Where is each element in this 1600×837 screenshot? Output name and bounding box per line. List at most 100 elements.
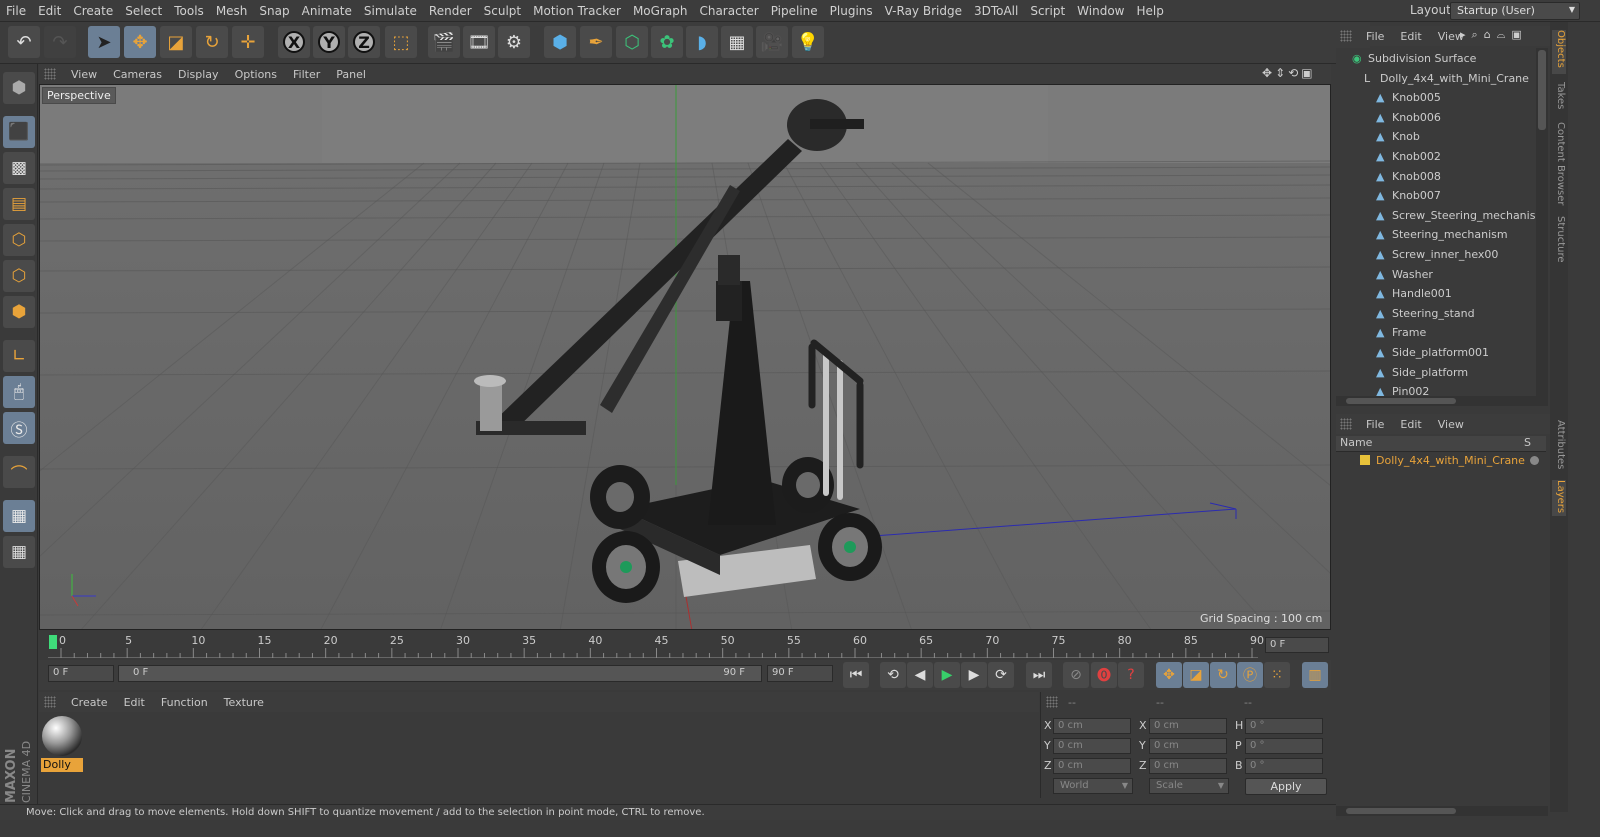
redo-button[interactable]: ↷ [44, 26, 76, 58]
size-field[interactable]: 0 cm [1149, 738, 1227, 754]
apply-button[interactable]: Apply [1245, 778, 1327, 795]
object-row[interactable]: ▲ Knob007 [1336, 187, 1536, 206]
menu-motion-tracker[interactable]: Motion Tracker [527, 4, 627, 18]
menu-pipeline[interactable]: Pipeline [765, 4, 824, 18]
material-preview[interactable] [42, 716, 82, 756]
object-list-hscrollbar[interactable] [1336, 396, 1548, 406]
material-manager[interactable] [39, 712, 1039, 798]
material-menu-edit[interactable]: Edit [116, 696, 153, 709]
material-menu-function[interactable]: Function [153, 696, 216, 709]
coordinate-space-select[interactable]: World ▼ [1053, 778, 1133, 794]
points-mode-button[interactable]: ⬡ [3, 224, 35, 256]
key-position-button[interactable]: ✥ [1156, 662, 1182, 688]
rotate-tool-button[interactable]: ↻ [196, 26, 228, 58]
play-button[interactable]: ▶ [934, 662, 960, 688]
record-keys-button[interactable]: ⊘ [1063, 662, 1089, 688]
material-name[interactable]: Dolly [41, 758, 83, 772]
rotation-field[interactable]: 0 ° [1245, 718, 1323, 734]
light-button[interactable]: 💡 [792, 26, 824, 58]
object-row[interactable]: ▲ Handle001 [1336, 285, 1536, 304]
model-mode-button[interactable]: ⬛ [3, 116, 35, 148]
object-row[interactable]: L Dolly_4x4_with_Mini_Crane [1336, 70, 1536, 89]
position-field[interactable]: 0 cm [1053, 758, 1131, 774]
menu-3dtoall[interactable]: 3DToAll [968, 4, 1024, 18]
menu-render[interactable]: Render [423, 4, 478, 18]
material-menu-texture[interactable]: Texture [216, 696, 272, 709]
next-frame-button[interactable]: ▶ [961, 662, 987, 688]
render-settings-button[interactable]: ⚙ [498, 26, 530, 58]
viewport-menu-panel[interactable]: Panel [328, 68, 374, 81]
object-row[interactable]: ▲ Pin002 [1336, 383, 1536, 396]
object-row[interactable]: ◉ Subdivision Surface [1336, 50, 1536, 69]
menu-script[interactable]: Script [1024, 4, 1071, 18]
tab-structure[interactable]: Structure [1552, 216, 1566, 266]
go-to-end-button[interactable]: ⏭ [1026, 662, 1052, 688]
tab-layers[interactable]: Layers [1552, 480, 1566, 516]
object-row[interactable]: ▲ Side_platform001 [1336, 344, 1536, 363]
spline-pen-button[interactable]: ✒ [580, 26, 612, 58]
menu-mograph[interactable]: MoGraph [627, 4, 694, 18]
deformer-button[interactable]: ◗ [686, 26, 718, 58]
render-picture-viewer-button[interactable]: 🎞 [463, 26, 495, 58]
size-field[interactable]: 0 cm [1149, 758, 1227, 774]
perspective-viewport[interactable] [39, 84, 1331, 630]
menu-create[interactable]: Create [67, 4, 119, 18]
object-row[interactable]: ▲ Knob008 [1336, 168, 1536, 187]
current-frame-field[interactable]: 0 F [48, 665, 114, 682]
layer-hscroll-thumb[interactable] [1346, 808, 1456, 814]
object-row[interactable]: ▲ Screw_Steering_mechanism [1336, 207, 1536, 226]
menu-sculpt[interactable]: Sculpt [478, 4, 527, 18]
menu-animate[interactable]: Animate [296, 4, 358, 18]
timeline-window-button[interactable]: ▥ [1302, 662, 1328, 688]
menu-window[interactable]: Window [1071, 4, 1130, 18]
object-menu-file[interactable]: File [1358, 30, 1392, 43]
tab-takes[interactable]: Takes [1552, 82, 1566, 112]
previous-frame-button[interactable]: ◀ [907, 662, 933, 688]
rotation-field[interactable]: 0 ° [1245, 758, 1323, 774]
menu-v-ray-bridge[interactable]: V-Ray Bridge [879, 4, 968, 18]
layer-color-swatch[interactable] [1360, 455, 1370, 465]
object-row[interactable]: ▲ Frame [1336, 324, 1536, 343]
viewport-menu-cameras[interactable]: Cameras [105, 68, 170, 81]
coordinate-system-button[interactable]: ⬚ [385, 26, 417, 58]
layer-menu-edit[interactable]: Edit [1392, 418, 1429, 431]
axis-mode-button[interactable]: ∟ [3, 340, 35, 372]
timeline-ruler[interactable] [48, 648, 1258, 658]
size-field[interactable]: 0 cm [1149, 718, 1227, 734]
playhead[interactable] [49, 635, 57, 649]
key-pla-button[interactable]: ⁙ [1264, 662, 1290, 688]
scale-tool-button[interactable]: ◪ [160, 26, 192, 58]
last-tool-button[interactable]: ✛ [232, 26, 264, 58]
workplane-align-button[interactable]: ▦ [3, 536, 35, 568]
layer-hscrollbar[interactable] [1336, 806, 1548, 816]
layer-solo-dot[interactable] [1530, 456, 1539, 465]
position-field[interactable]: 0 cm [1053, 718, 1131, 734]
tab-attributes[interactable]: Attributes [1552, 420, 1566, 472]
workplane-lock-button[interactable]: ▦ [3, 500, 35, 532]
range-slider[interactable]: 0 F 90 F [118, 665, 762, 682]
object-row[interactable]: ▲ Washer [1336, 266, 1536, 285]
floor-button[interactable]: ▦ [721, 26, 753, 58]
viewport-navigation[interactable]: ✥⇕⟲▣ [1262, 66, 1328, 82]
menu-simulate[interactable]: Simulate [358, 4, 423, 18]
y-axis-button[interactable]: Y [313, 26, 345, 58]
z-axis-button[interactable]: Z [348, 26, 380, 58]
menu-tools[interactable]: Tools [168, 4, 210, 18]
next-key-button[interactable]: ⟳ [988, 662, 1014, 688]
tweak-mode-button[interactable]: 🖱 [3, 376, 35, 408]
edges-mode-button[interactable]: ⬡ [3, 260, 35, 292]
menu-select[interactable]: Select [119, 4, 168, 18]
position-field[interactable]: 0 cm [1053, 738, 1131, 754]
move-tool-button[interactable]: ✥ [124, 26, 156, 58]
object-row[interactable]: ▲ Steering_stand [1336, 305, 1536, 324]
object-list-scrollbar[interactable] [1536, 48, 1548, 396]
workplane-button[interactable]: ▤ [3, 188, 35, 220]
scroll-thumb[interactable] [1538, 50, 1546, 130]
cube-button[interactable]: ⬢ [544, 26, 576, 58]
rotation-field[interactable]: 0 ° [1245, 738, 1323, 754]
object-list[interactable]: ◉ Subdivision Surface L Dolly_4x4_with_Mini… [1336, 48, 1536, 396]
undo-button[interactable]: ↶ [8, 26, 40, 58]
menu-snap[interactable]: Snap [253, 4, 295, 18]
object-row[interactable]: ▲ Knob002 [1336, 148, 1536, 167]
layer-list[interactable] [1336, 470, 1546, 800]
